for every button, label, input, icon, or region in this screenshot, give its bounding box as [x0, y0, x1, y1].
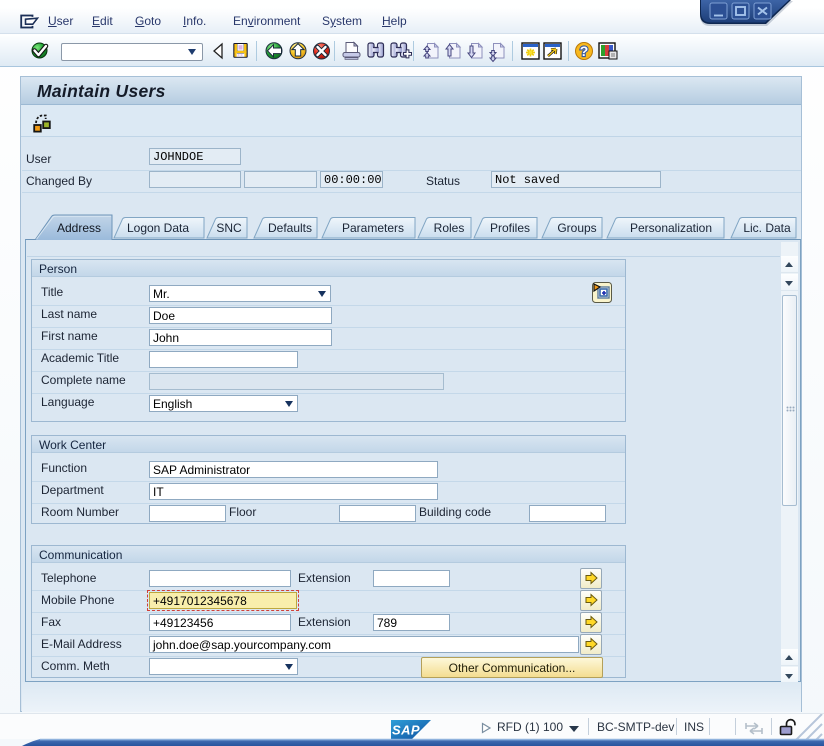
svg-text:Defaults: Defaults	[268, 221, 312, 235]
svg-text:Parameters: Parameters	[342, 221, 404, 235]
svg-text:Groups: Groups	[557, 221, 596, 235]
svg-text:Personalization: Personalization	[630, 221, 712, 235]
svg-text:Logon Data: Logon Data	[127, 221, 189, 235]
svg-text:SAP: SAP	[392, 723, 420, 738]
svg-text:Roles: Roles	[434, 221, 465, 235]
svg-text:Lic. Data: Lic. Data	[743, 221, 791, 235]
svg-text:Address: Address	[57, 221, 101, 235]
svg-text:?: ?	[580, 43, 589, 59]
svg-text:SNC: SNC	[216, 221, 242, 235]
svg-text:Profiles: Profiles	[490, 221, 530, 235]
